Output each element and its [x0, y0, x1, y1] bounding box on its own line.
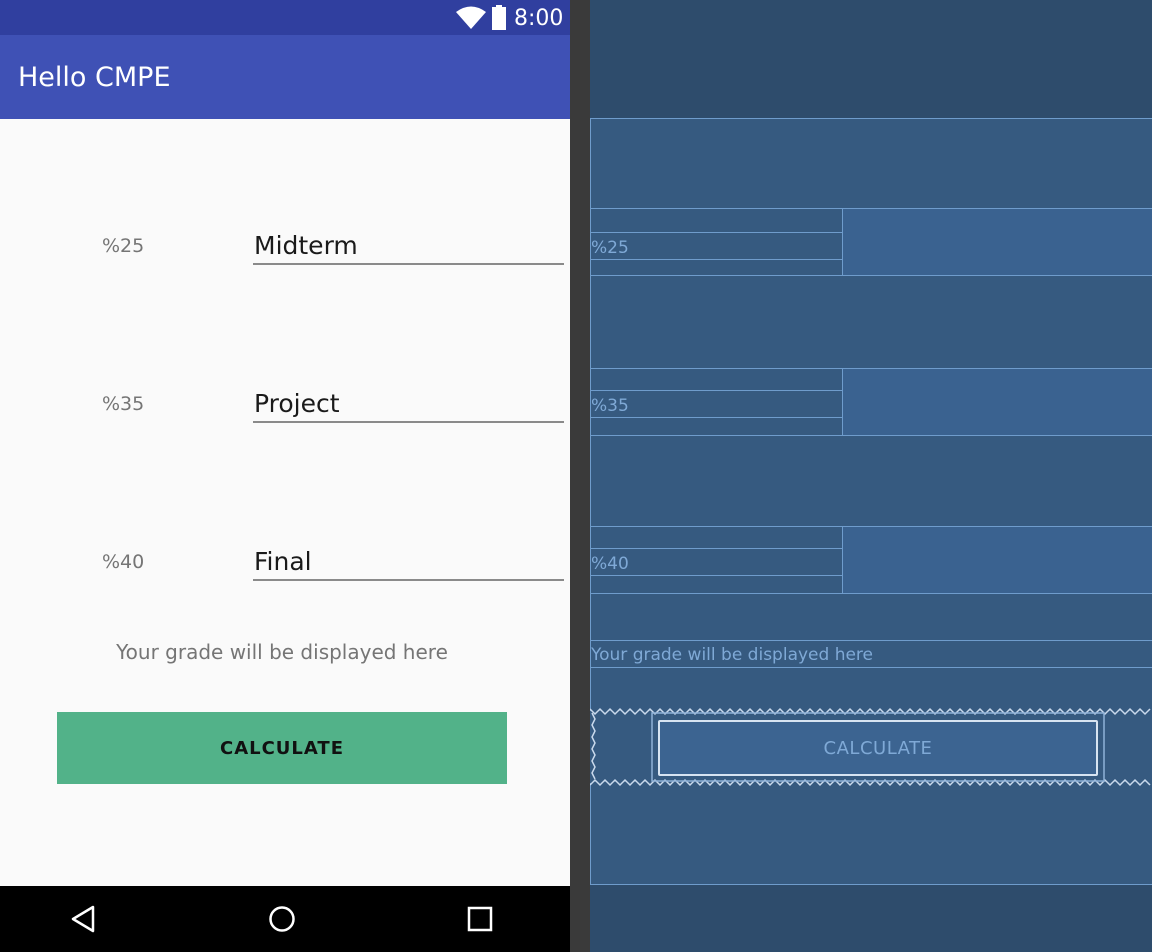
weight-label-midterm: %25	[102, 235, 145, 257]
app-bar: Hello CMPE	[0, 35, 570, 119]
project-input[interactable]	[253, 385, 564, 421]
recents-button[interactable]	[440, 886, 520, 952]
battery-icon	[492, 5, 506, 30]
blueprint-row1-field[interactable]	[842, 208, 1152, 276]
back-triangle-icon	[71, 905, 95, 933]
blueprint-result-text: Your grade will be displayed here	[591, 645, 874, 665]
back-button[interactable]	[44, 886, 124, 952]
weight-label-project: %35	[102, 393, 145, 415]
midterm-input[interactable]	[253, 227, 564, 263]
blueprint-weight-40: %40	[591, 554, 629, 574]
status-time: 8:00	[514, 6, 564, 31]
weight-label-final: %40	[102, 551, 145, 573]
project-field[interactable]	[253, 385, 564, 423]
phone-preview: 8:00 Hello CMPE %25 %35 %40 Your grade w…	[0, 0, 570, 952]
recents-square-icon	[467, 906, 493, 932]
wifi-icon	[456, 6, 486, 29]
blueprint-weight-25: %25	[591, 238, 629, 258]
app-title: Hello CMPE	[18, 62, 171, 93]
home-circle-icon	[269, 906, 295, 932]
blueprint-row2-field[interactable]	[842, 368, 1152, 436]
blueprint-view: %25 %35 %40 Your grade will be displayed…	[590, 0, 1152, 952]
final-input[interactable]	[253, 543, 564, 579]
form-content: %25 %35 %40 Your grade will be displayed…	[0, 119, 570, 886]
grade-result-text: Your grade will be displayed here	[116, 640, 448, 664]
navigation-bar	[0, 886, 570, 952]
final-field[interactable]	[253, 543, 564, 581]
status-bar: 8:00	[0, 0, 570, 35]
home-button[interactable]	[242, 886, 322, 952]
midterm-field[interactable]	[253, 227, 564, 265]
blueprint-calculate-button[interactable]: CALCULATE	[658, 720, 1098, 776]
blueprint-weight-35: %35	[591, 396, 629, 416]
calculate-button[interactable]: CALCULATE	[57, 712, 507, 784]
panel-divider	[570, 0, 590, 952]
blueprint-row3-field[interactable]	[842, 526, 1152, 594]
